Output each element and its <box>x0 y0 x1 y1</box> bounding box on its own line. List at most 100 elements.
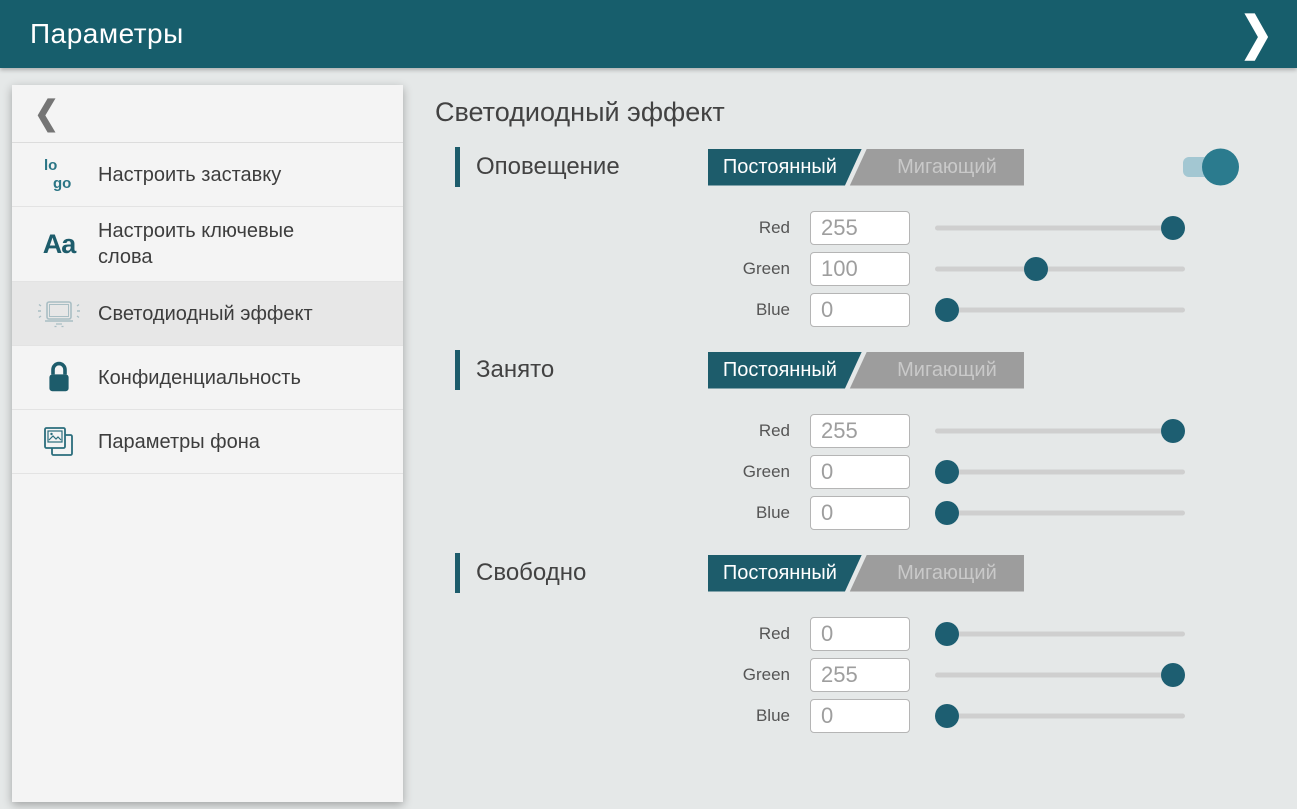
section-free: Свободно Мигающий Постоянный Red Green <box>455 552 1297 733</box>
sidebar-item-keywords[interactable]: Aa Настроить ключевые слова <box>12 207 403 282</box>
slider-track <box>935 429 1185 434</box>
chevron-right-icon[interactable]: ❯ <box>1239 11 1273 57</box>
red-label: Red <box>455 624 810 644</box>
mode-blinking-label: Мигающий <box>897 156 997 179</box>
red-row: Red <box>455 211 1297 245</box>
mode-blinking-button[interactable]: Мигающий <box>844 149 1024 186</box>
slider-track <box>935 673 1185 678</box>
app-header: Параметры ❯ <box>0 0 1297 68</box>
red-slider[interactable] <box>935 216 1185 240</box>
blue-row: Blue <box>455 699 1297 733</box>
red-value-input[interactable] <box>810 211 910 245</box>
section-title: Свободно <box>476 559 708 587</box>
section-title: Занято <box>476 356 708 384</box>
green-value-input[interactable] <box>810 455 910 489</box>
slider-thumb[interactable] <box>935 622 959 646</box>
blue-slider[interactable] <box>935 501 1185 525</box>
mode-constant-button[interactable]: Постоянный <box>708 149 862 186</box>
slider-track <box>935 470 1185 475</box>
red-slider[interactable] <box>935 622 1185 646</box>
slider-track <box>935 226 1185 231</box>
section-accent-bar <box>455 147 460 187</box>
green-label: Green <box>455 259 810 279</box>
mode-constant-button[interactable]: Постоянный <box>708 555 862 592</box>
mode-blinking-button[interactable]: Мигающий <box>844 352 1024 389</box>
mode-constant-label: Постоянный <box>723 359 837 382</box>
sidebar-item-led-effect[interactable]: Светодиодный эффект <box>12 282 403 346</box>
slider-thumb[interactable] <box>1161 216 1185 240</box>
green-slider[interactable] <box>935 460 1185 484</box>
green-row: Green <box>455 658 1297 692</box>
slider-thumb[interactable] <box>935 501 959 525</box>
red-row: Red <box>455 414 1297 448</box>
blue-label: Blue <box>455 706 810 726</box>
mode-constant-label: Постоянный <box>723 562 837 585</box>
slider-track <box>935 632 1185 637</box>
slider-thumb[interactable] <box>935 704 959 728</box>
section-notification: Оповещение Мигающий Постоянный Red <box>455 146 1297 327</box>
section-accent-bar <box>455 553 460 593</box>
mode-segmented-control: Мигающий Постоянный <box>708 352 1024 389</box>
mode-constant-label: Постоянный <box>723 156 837 179</box>
slider-thumb[interactable] <box>1161 663 1185 687</box>
sidebar-item-privacy[interactable]: Конфиденциальность <box>12 346 403 410</box>
red-label: Red <box>455 218 810 238</box>
section-busy: Занято Мигающий Постоянный Red Green <box>455 349 1297 530</box>
blue-value-input[interactable] <box>810 293 910 327</box>
red-label: Red <box>455 421 810 441</box>
green-value-input[interactable] <box>810 252 910 286</box>
images-icon <box>36 422 82 462</box>
mode-blinking-label: Мигающий <box>897 562 997 585</box>
blue-slider[interactable] <box>935 298 1185 322</box>
section-accent-bar <box>455 350 460 390</box>
slider-thumb[interactable] <box>935 460 959 484</box>
green-slider[interactable] <box>935 257 1185 281</box>
mode-constant-button[interactable]: Постоянный <box>708 352 862 389</box>
notification-led-switch[interactable] <box>1183 157 1228 177</box>
slider-track <box>935 267 1185 272</box>
switch-thumb <box>1202 149 1239 186</box>
blue-row: Blue <box>455 293 1297 327</box>
sidebar-item-label: Параметры фона <box>98 429 260 455</box>
main-content: Светодиодный эффект Оповещение Мигающий … <box>435 97 1297 755</box>
green-slider[interactable] <box>935 663 1185 687</box>
mode-blinking-button[interactable]: Мигающий <box>844 555 1024 592</box>
mode-segmented-control: Мигающий Постоянный <box>708 149 1024 186</box>
red-value-input[interactable] <box>810 414 910 448</box>
sidebar-item-label: Настроить заставку <box>98 162 281 188</box>
green-value-input[interactable] <box>810 658 910 692</box>
section-title: Оповещение <box>476 153 708 181</box>
sidebar-item-splash[interactable]: logo Настроить заставку <box>12 143 403 207</box>
page-title: Параметры <box>30 18 184 50</box>
blue-row: Blue <box>455 496 1297 530</box>
blue-value-input[interactable] <box>810 699 910 733</box>
green-row: Green <box>455 455 1297 489</box>
sidebar-collapse-button[interactable]: ❮ <box>12 85 403 143</box>
slider-thumb[interactable] <box>935 298 959 322</box>
sidebar-item-label: Светодиодный эффект <box>98 301 313 327</box>
green-row: Green <box>455 252 1297 286</box>
sidebar: ❮ logo Настроить заставку Aa Настроить к… <box>12 85 403 802</box>
lock-icon <box>36 358 82 398</box>
mode-segmented-control: Мигающий Постоянный <box>708 555 1024 592</box>
red-slider[interactable] <box>935 419 1185 443</box>
logo-icon: logo <box>36 155 82 195</box>
sidebar-item-label: Настроить ключевые слова <box>98 218 338 270</box>
mode-blinking-label: Мигающий <box>897 359 997 382</box>
green-label: Green <box>455 462 810 482</box>
sidebar-item-label: Конфиденциальность <box>98 365 301 391</box>
monitor-icon <box>36 294 82 334</box>
blue-slider[interactable] <box>935 704 1185 728</box>
blue-label: Blue <box>455 503 810 523</box>
red-value-input[interactable] <box>810 617 910 651</box>
red-row: Red <box>455 617 1297 651</box>
slider-track <box>935 714 1185 719</box>
chevron-left-icon: ❮ <box>34 97 59 130</box>
blue-label: Blue <box>455 300 810 320</box>
slider-track <box>935 308 1185 313</box>
slider-thumb[interactable] <box>1161 419 1185 443</box>
slider-thumb[interactable] <box>1024 257 1048 281</box>
green-label: Green <box>455 665 810 685</box>
sidebar-item-background[interactable]: Параметры фона <box>12 410 403 474</box>
blue-value-input[interactable] <box>810 496 910 530</box>
